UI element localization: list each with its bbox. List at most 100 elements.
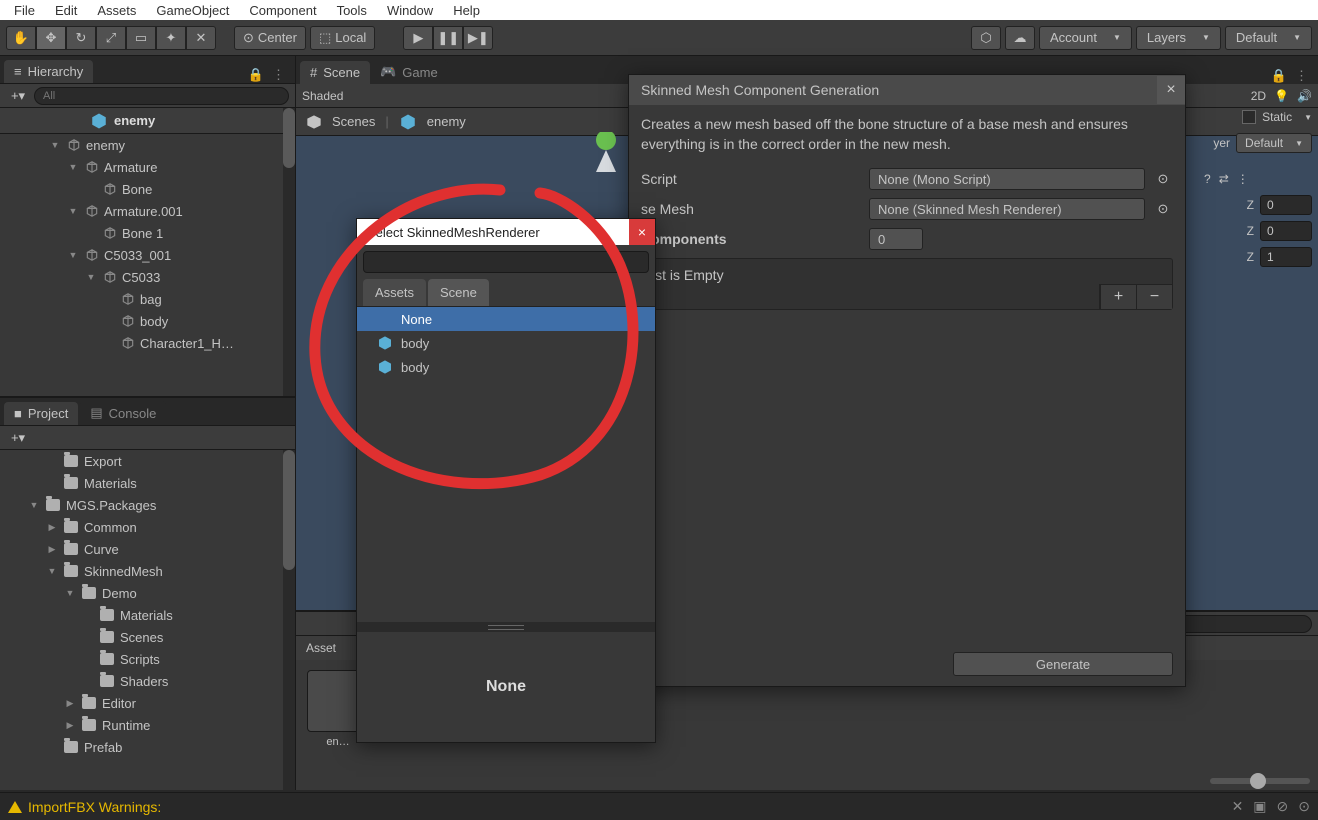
lock-icon[interactable]: 🔒 [1271,68,1287,84]
project-folder[interactable]: Shaders [0,670,295,692]
chevron-down-icon[interactable]: ▼ [1304,113,1312,122]
expand-icon[interactable]: ▶ [46,544,58,555]
help-icon[interactable]: ? [1204,172,1211,186]
hierarchy-item[interactable]: bag [0,288,295,310]
expand-icon[interactable]: ▼ [28,500,40,510]
generate-button[interactable]: Generate [953,652,1173,676]
expand-icon[interactable]: ▼ [64,588,76,598]
transform-tool-button[interactable]: ✦ [156,26,186,50]
object-picker-icon[interactable]: ⊙ [1153,168,1173,190]
picker-tab-scene[interactable]: Scene [428,279,489,306]
picker-tab-assets[interactable]: Assets [363,279,426,306]
breadcrumb-enemy[interactable]: enemy [427,114,466,129]
project-folder[interactable]: Export [0,450,295,472]
account-dropdown[interactable]: Account▼ [1039,26,1132,50]
expand-icon[interactable]: ▼ [48,140,62,150]
expand-icon[interactable]: ▶ [46,522,58,533]
picker-search-input[interactable] [363,251,649,273]
menu-file[interactable]: File [4,3,45,18]
collab-button[interactable]: ⬡ [971,26,1001,50]
hierarchy-tab[interactable]: ≡Hierarchy [4,60,93,83]
layout-dropdown[interactable]: Default▼ [1225,26,1312,50]
static-checkbox[interactable] [1242,110,1256,124]
menu-assets[interactable]: Assets [87,3,146,18]
status-icon[interactable]: ▣ [1253,798,1266,815]
project-folder[interactable]: Materials [0,604,295,626]
expand-icon[interactable]: ▼ [46,566,58,576]
hierarchy-item[interactable]: ▼C5033 [0,266,295,288]
menu-edit[interactable]: Edit [45,3,87,18]
menu-component[interactable]: Component [239,3,326,18]
project-folder[interactable]: ▶Curve [0,538,295,560]
base-mesh-field[interactable]: None (Skinned Mesh Renderer) [869,198,1145,220]
create-button[interactable]: +▾ [6,87,30,105]
kebab-icon[interactable]: ⋮ [272,67,285,83]
layer-dropdown[interactable]: Default▼ [1236,133,1312,153]
project-folder[interactable]: Materials [0,472,295,494]
breadcrumb-scenes[interactable]: Scenes [332,114,375,129]
pause-button[interactable]: ❚❚ [433,26,463,50]
menu-gameobject[interactable]: GameObject [146,3,239,18]
project-folder[interactable]: ▶Editor [0,692,295,714]
picker-item[interactable]: body [357,331,655,355]
step-button[interactable]: ▶❚ [463,26,493,50]
hierarchy-scrollbar[interactable] [283,108,295,396]
close-button[interactable]: × [629,219,655,245]
scene-tab[interactable]: #Scene [300,61,370,84]
pivot-mode-button[interactable]: ⊙Center [234,26,306,50]
project-folder[interactable]: ▼MGS.Packages [0,494,295,516]
script-field[interactable]: None (Mono Script) [869,168,1145,190]
transform-z-input[interactable] [1260,221,1312,241]
add-item-button[interactable]: + [1100,285,1136,309]
menu-help[interactable]: Help [443,3,490,18]
menu-window[interactable]: Window [377,3,443,18]
rotate-tool-button[interactable]: ↻ [66,26,96,50]
custom-tool-button[interactable]: ✕ [186,26,216,50]
project-folder[interactable]: ▶Common [0,516,295,538]
status-icon[interactable]: ⊙ [1298,798,1310,815]
window-titlebar[interactable]: Skinned Mesh Component Generation × [629,75,1185,105]
expand-icon[interactable]: ▶ [64,698,76,709]
asset-size-slider[interactable] [1210,778,1310,784]
project-scrollbar[interactable] [283,450,295,790]
lock-icon[interactable]: 🔒 [248,67,264,83]
expand-icon[interactable]: ▼ [66,250,80,260]
rect-tool-button[interactable]: ▭ [126,26,156,50]
picker-titlebar[interactable]: Select SkinnedMeshRenderer × [357,219,655,245]
menu-tools[interactable]: Tools [327,3,377,18]
console-tab[interactable]: ▤Console [80,401,166,425]
picker-item[interactable]: None [357,307,655,331]
hierarchy-item[interactable]: Bone 1 [0,222,295,244]
kebab-icon[interactable]: ⋮ [1237,172,1249,186]
hierarchy-item[interactable]: ▼Armature.001 [0,200,295,222]
transform-z-input[interactable] [1260,195,1312,215]
project-tab[interactable]: ■Project [4,402,78,425]
transform-z-input[interactable] [1260,247,1312,267]
mode-2d-button[interactable]: 2D [1251,89,1266,103]
hierarchy-item[interactable]: Character1_H… [0,332,295,354]
status-icon[interactable]: ✕ [1232,798,1244,815]
picker-splitter[interactable] [357,622,655,632]
project-folder[interactable]: ▼SkinnedMesh [0,560,295,582]
project-folder[interactable]: ▼Demo [0,582,295,604]
play-button[interactable]: ▶ [403,26,433,50]
hierarchy-item[interactable]: body [0,310,295,332]
move-tool-button[interactable]: ✥ [36,26,66,50]
scene-header[interactable]: enemy [0,108,295,134]
expand-icon[interactable]: ▼ [66,206,80,216]
hierarchy-item[interactable]: Bone [0,178,295,200]
game-tab[interactable]: 🎮Game [370,60,448,84]
hierarchy-item[interactable]: ▼Armature [0,156,295,178]
expand-icon[interactable]: ▼ [66,162,80,172]
project-folder[interactable]: Scripts [0,648,295,670]
hand-tool-button[interactable]: ✋ [6,26,36,50]
project-folder[interactable]: Scenes [0,626,295,648]
preset-icon[interactable]: ⇄ [1219,172,1229,186]
layers-dropdown[interactable]: Layers▼ [1136,26,1221,50]
picker-item[interactable]: body [357,355,655,379]
expand-icon[interactable]: ▼ [84,272,98,282]
lighting-icon[interactable]: 💡 [1274,89,1289,103]
status-icon[interactable]: ⊘ [1277,798,1289,815]
hierarchy-item[interactable]: ▼C5033_001 [0,244,295,266]
kebab-icon[interactable]: ⋮ [1295,68,1308,84]
